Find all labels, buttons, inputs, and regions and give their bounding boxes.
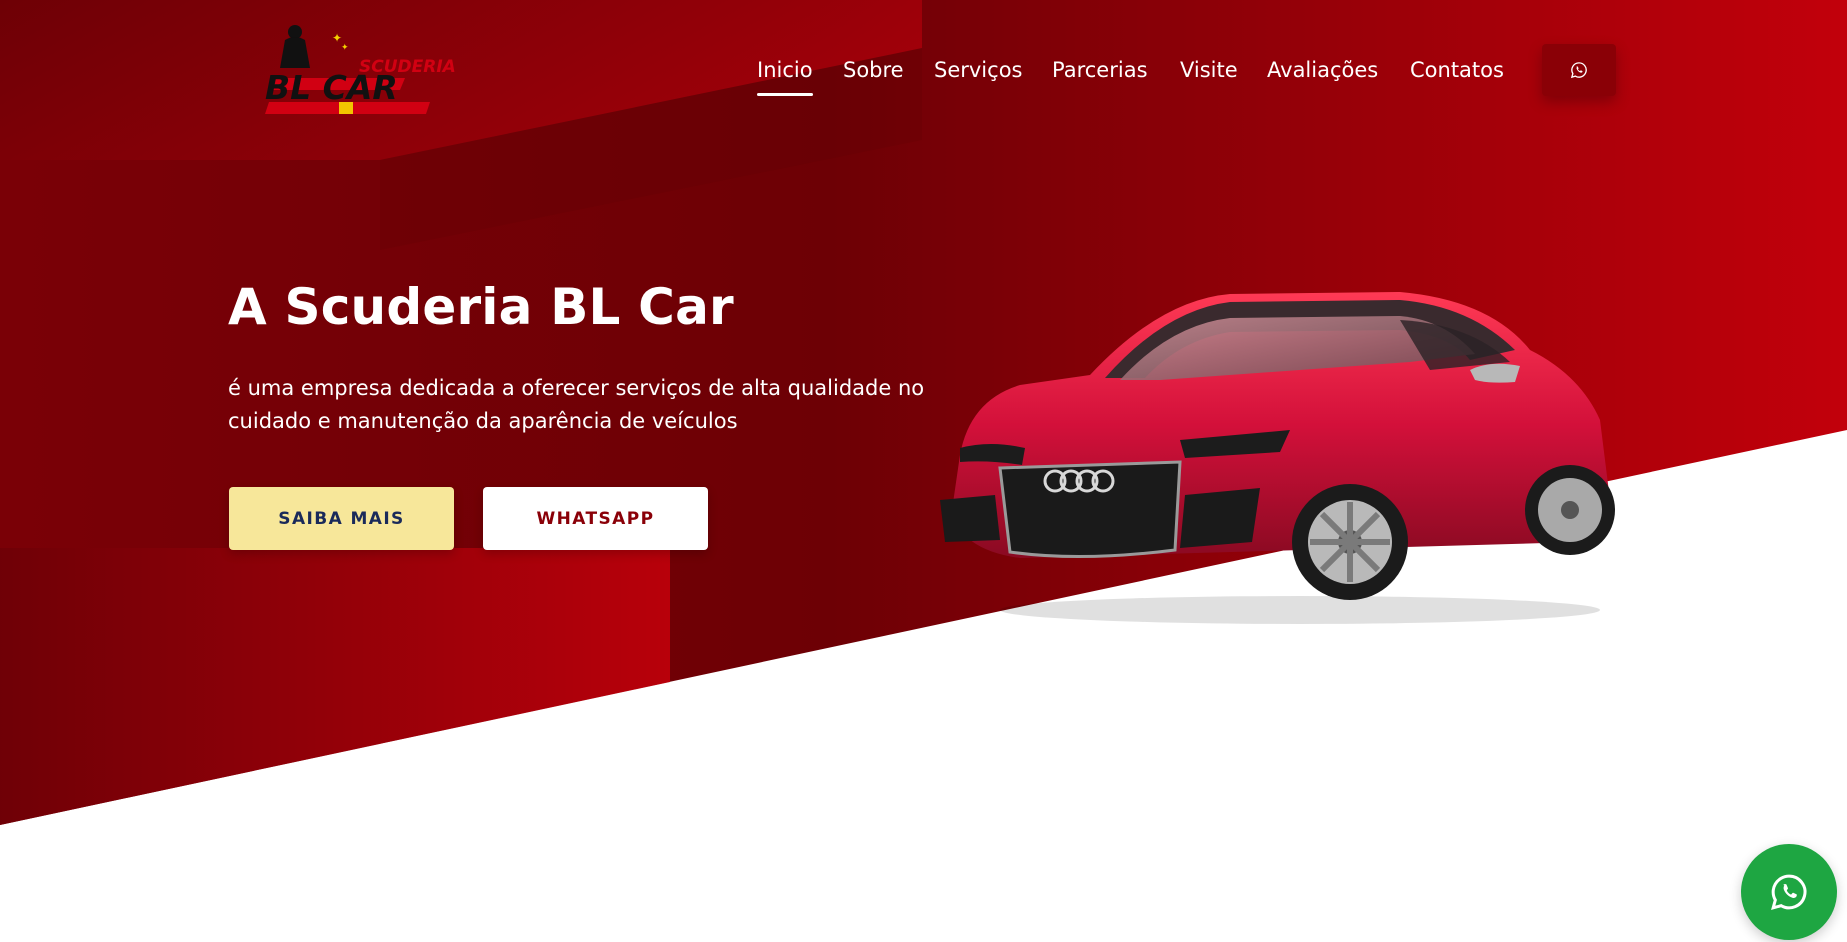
nav-whatsapp-button[interactable] bbox=[1542, 44, 1616, 96]
hero-subtitle: é uma empresa dedicada a oferecer serviç… bbox=[228, 376, 925, 433]
whatsapp-icon bbox=[1570, 62, 1587, 79]
saiba-mais-button[interactable]: SAIBA MAIS bbox=[229, 487, 454, 550]
nav-item-avaliacoes[interactable]: Avaliações bbox=[1267, 50, 1378, 90]
logo-main-text: BL CAR bbox=[265, 68, 398, 107]
hero-title: A Scuderia BL Car bbox=[228, 278, 734, 336]
brand-logo[interactable]: ✦ ✦ SCUDERIA BL CAR bbox=[255, 20, 455, 120]
nav-item-servicos[interactable]: Serviços bbox=[934, 50, 1022, 90]
nav-item-contatos[interactable]: Contatos bbox=[1410, 50, 1504, 90]
whatsapp-icon bbox=[1771, 874, 1807, 910]
whatsapp-cta-button[interactable]: WHATSAPP bbox=[483, 487, 708, 550]
nav-item-visite[interactable]: Visite bbox=[1180, 50, 1238, 90]
car-image bbox=[940, 292, 1615, 624]
nav-item-parcerias[interactable]: Parcerias bbox=[1052, 50, 1148, 90]
svg-text:✦: ✦ bbox=[341, 43, 349, 53]
nav-item-inicio[interactable]: Inicio bbox=[757, 50, 813, 96]
floating-whatsapp-button[interactable] bbox=[1741, 844, 1837, 940]
nav-item-sobre[interactable]: Sobre bbox=[843, 50, 904, 90]
